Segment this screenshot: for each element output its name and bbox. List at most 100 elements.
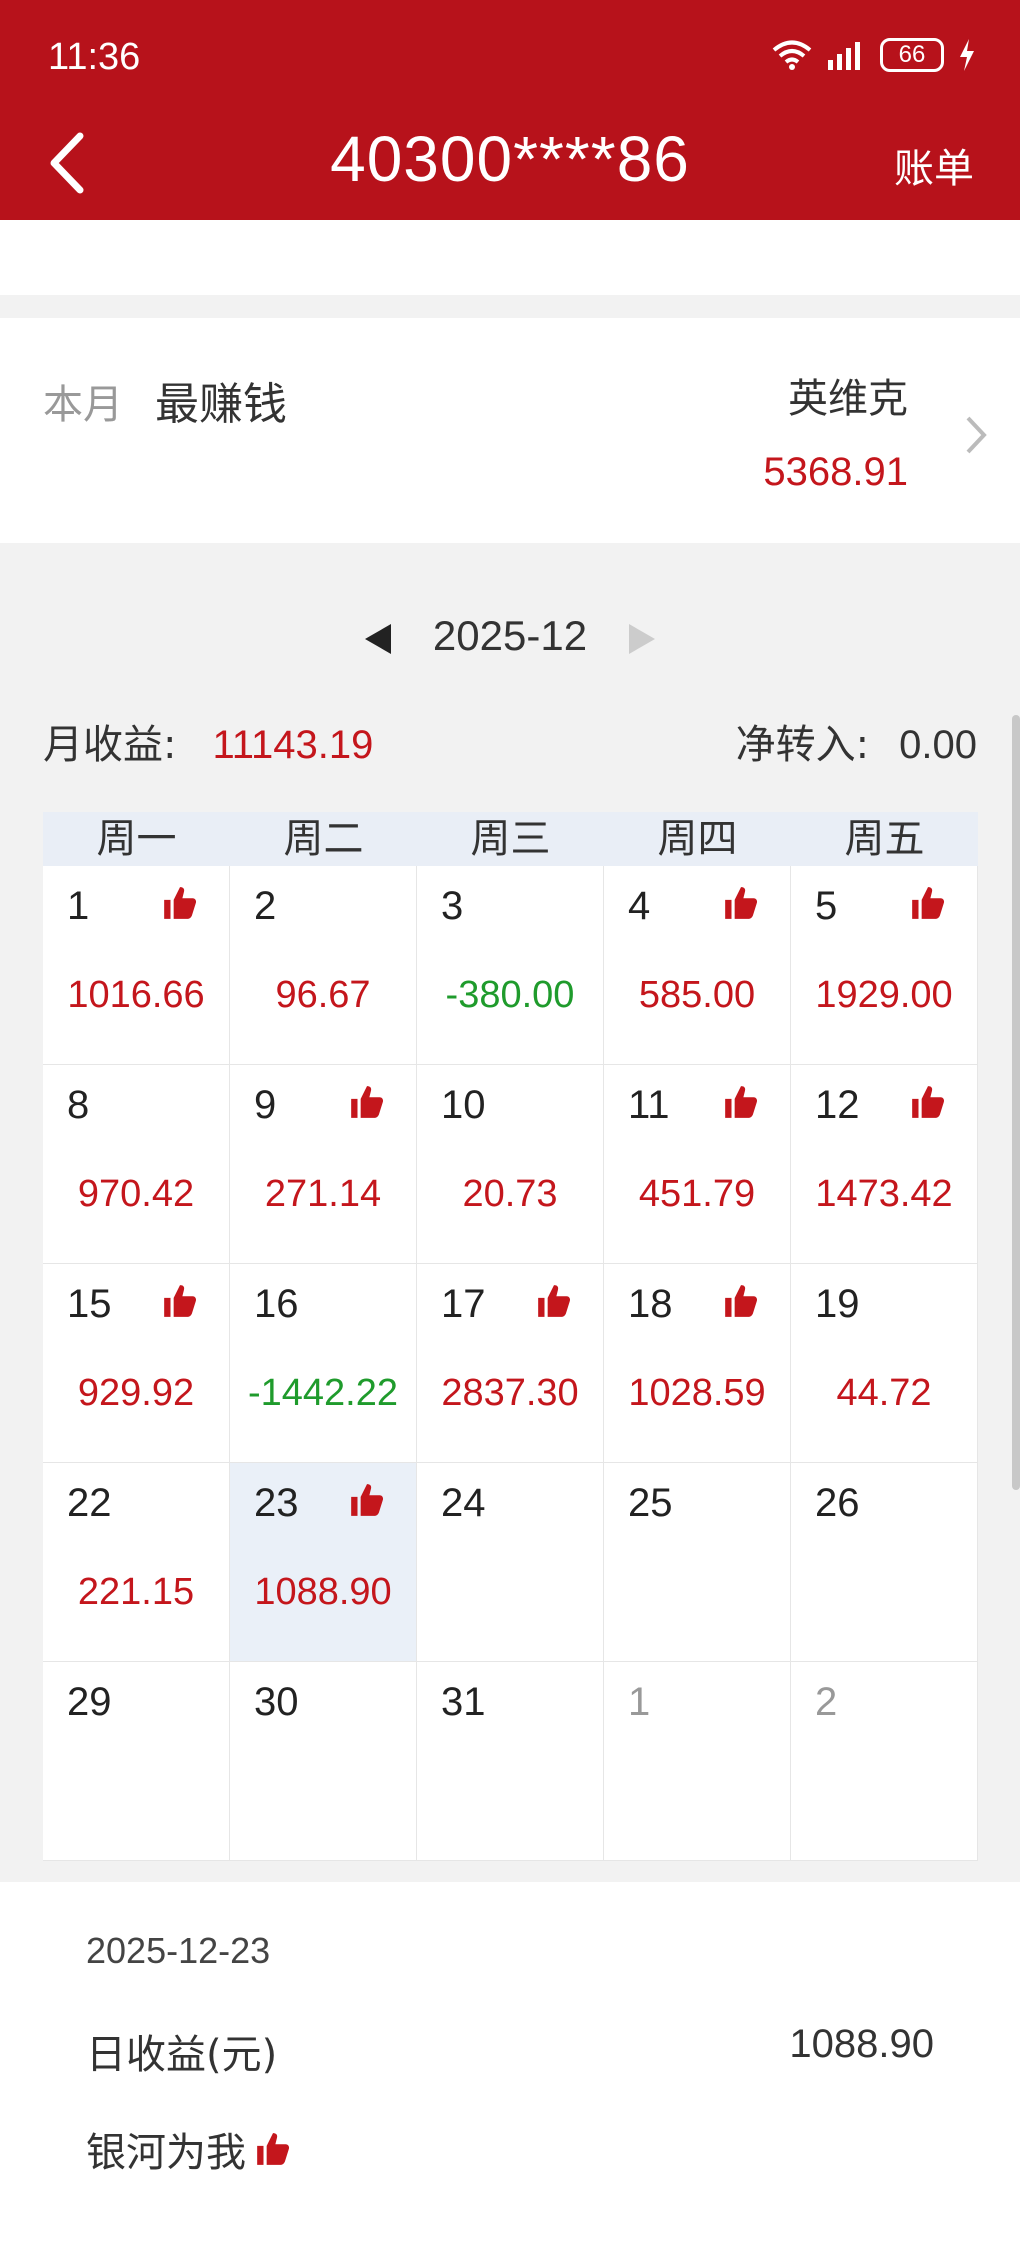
best-prefix: 本月 (43, 382, 123, 428)
thumbs-up-icon (351, 1484, 384, 1516)
status-time: 11:36 (48, 36, 141, 78)
day-number: 11 (628, 1083, 670, 1127)
day-profit: 1028.59 (628, 1372, 766, 1414)
best-stock-card[interactable]: 本月 最赚钱 英维克 5368.91 (0, 318, 1020, 543)
daily-income-label: 日收益(元) (86, 2032, 278, 2078)
signal-icon (828, 42, 860, 70)
wifi-icon (772, 40, 812, 70)
calendar-day-cell[interactable]: 1 (604, 1662, 791, 1861)
thumbs-up-icon (725, 1086, 758, 1118)
day-number: 26 (815, 1481, 860, 1525)
day-number: 18 (628, 1282, 673, 1326)
day-number: 8 (67, 1083, 90, 1127)
calendar-day-cell[interactable]: 12 1473.42 (791, 1065, 978, 1264)
best-stock-amount: 5368.91 (763, 450, 908, 494)
thumbs-up-icon (725, 887, 758, 919)
next-month-icon[interactable] (628, 623, 655, 654)
best-stock-name: 英维克 (788, 376, 908, 422)
day-number: 17 (441, 1282, 486, 1326)
day-number: 23 (254, 1481, 299, 1525)
day-profit: 20.73 (462, 1173, 558, 1215)
app-header: 11:36 66 40300****86 账单 (0, 0, 1020, 220)
month-summary: 月收益: 11143.19 净转入: 0.00 (43, 712, 977, 772)
calendar-day-cell[interactable]: 10 20.73 (417, 1065, 604, 1264)
day-number: 29 (67, 1680, 112, 1724)
day-number: 12 (815, 1083, 860, 1127)
day-profit: -380.00 (445, 974, 575, 1016)
blank-strip (0, 220, 1020, 295)
thumbs-up-icon (257, 2133, 290, 2165)
calendar-day-cell[interactable]: 31 (417, 1662, 604, 1861)
day-profit: 1088.90 (254, 1571, 392, 1613)
calendar-day-cell[interactable]: 4 585.00 (604, 866, 791, 1065)
thumbs-up-icon (912, 887, 945, 919)
day-profit: 929.92 (77, 1372, 195, 1414)
charging-icon (960, 39, 974, 71)
calendar-day-cell[interactable]: 3 -380.00 (417, 866, 604, 1065)
thumbs-up-icon (912, 1086, 945, 1118)
day-profit: 271.14 (264, 1173, 382, 1215)
calendar-day-cell[interactable]: 16 -1442.22 (230, 1264, 417, 1463)
calendar-day-cell[interactable]: 9 271.14 (230, 1065, 417, 1264)
calendar-day-cell[interactable]: 26 (791, 1463, 978, 1662)
prev-month-icon[interactable] (365, 623, 392, 654)
day-profit: 1473.42 (815, 1173, 953, 1215)
thumbs-up-icon (164, 887, 197, 919)
weekday-label: 周二 (283, 816, 364, 862)
calendar-day-cell[interactable]: 24 (417, 1463, 604, 1662)
calendar-grid: 1 1016.66 2 96.67 3 -380.00 4 585.00 5 1929.00 8 97… (43, 866, 978, 1861)
day-number: 4 (628, 884, 651, 928)
detail-tag: 银河为我 (86, 2120, 292, 2178)
calendar-day-cell[interactable]: 19 44.72 (791, 1264, 978, 1463)
weekday-label: 周一 (96, 816, 177, 862)
bill-button[interactable]: 账单 (894, 136, 974, 194)
day-number: 24 (441, 1481, 486, 1525)
day-profit: 221.15 (77, 1571, 195, 1613)
weekday-label: 周四 (657, 816, 738, 862)
calendar-day-cell[interactable]: 18 1028.59 (604, 1264, 791, 1463)
day-number: 19 (815, 1282, 860, 1326)
month-label: 2025-12 (432, 612, 588, 659)
calendar-day-cell[interactable]: 29 (43, 1662, 230, 1861)
calendar-day-cell[interactable]: 22 221.15 (43, 1463, 230, 1662)
daily-income-value: 1088.90 (789, 2022, 934, 2066)
thumbs-up-icon (538, 1285, 571, 1317)
calendar-day-cell[interactable]: 17 2837.30 (417, 1264, 604, 1463)
day-number: 9 (254, 1083, 277, 1127)
day-number: 16 (254, 1282, 299, 1326)
scrollbar[interactable] (1012, 715, 1020, 1490)
day-detail: 2025-12-23 日收益(元) 1088.90 银河为我 (0, 1882, 1020, 2250)
day-profit: -1442.22 (247, 1372, 398, 1414)
status-icons: 66 (772, 38, 976, 72)
day-number: 22 (67, 1481, 112, 1525)
day-number: 3 (441, 884, 464, 928)
month-navigator: 2025-12 (0, 612, 1020, 660)
calendar-day-cell[interactable]: 2 (791, 1662, 978, 1861)
day-profit: 2837.30 (441, 1372, 579, 1414)
calendar-day-cell[interactable]: 8 970.42 (43, 1065, 230, 1264)
best-label: 最赚钱 (155, 379, 287, 430)
monthly-income-value: 11143.19 (212, 723, 374, 767)
calendar-day-cell[interactable]: 1 1016.66 (43, 866, 230, 1065)
day-number: 31 (441, 1680, 486, 1724)
battery-icon: 66 (880, 38, 944, 72)
calendar-day-cell[interactable]: 5 1929.00 (791, 866, 978, 1065)
calendar-day-cell[interactable]: 2 96.67 (230, 866, 417, 1065)
net-transfer: 净转入: 0.00 (736, 712, 977, 770)
day-number: 30 (254, 1680, 299, 1724)
calendar-day-cell[interactable]: 25 (604, 1463, 791, 1662)
day-number: 10 (441, 1083, 486, 1127)
day-profit: 44.72 (836, 1372, 932, 1414)
weekday-label: 周三 (470, 816, 551, 862)
thumbs-up-icon (725, 1285, 758, 1317)
weekday-label: 周五 (844, 816, 925, 862)
chevron-right-icon[interactable] (956, 410, 996, 460)
calendar-day-cell[interactable]: 30 (230, 1662, 417, 1861)
page-title: 40300****86 (330, 123, 690, 195)
calendar-day-cell[interactable]: 23 1088.90 (230, 1463, 417, 1662)
monthly-income: 月收益: 11143.19 (43, 712, 373, 770)
thumbs-up-icon (351, 1086, 384, 1118)
day-number: 25 (628, 1481, 673, 1525)
calendar-day-cell[interactable]: 11 451.79 (604, 1065, 791, 1264)
calendar-day-cell[interactable]: 15 929.92 (43, 1264, 230, 1463)
